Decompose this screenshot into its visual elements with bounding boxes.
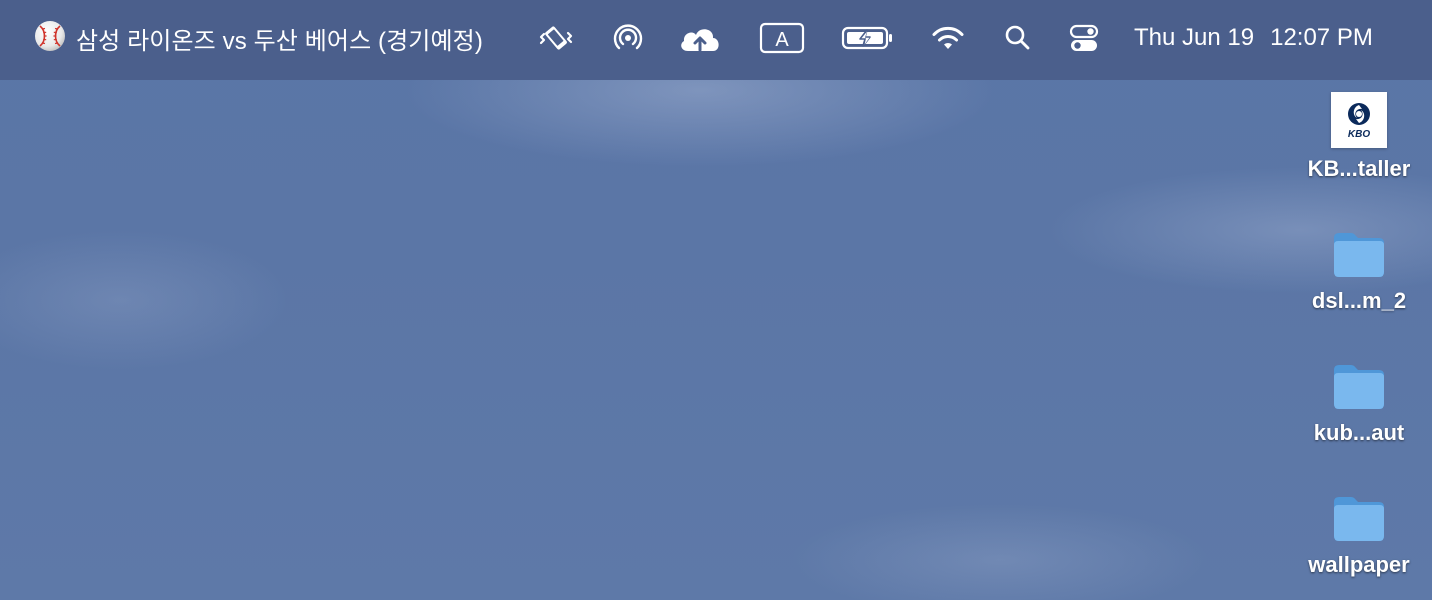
desktop-item-folder-kub[interactable]: kub...aut <box>1294 360 1424 446</box>
folder-icon <box>1334 365 1384 409</box>
battery-charging-icon[interactable] <box>840 18 896 58</box>
folder-icon <box>1334 497 1384 541</box>
desktop-item-label: dsl...m_2 <box>1311 288 1407 313</box>
desktop-item-folder-wallpaper[interactable]: wallpaper <box>1294 492 1424 578</box>
input-source-letter: A <box>775 29 789 51</box>
desktop-item-label: KB...taller <box>1307 156 1411 181</box>
wifi-icon[interactable] <box>928 18 968 58</box>
clock-date: Thu Jun 19 <box>1134 24 1255 51</box>
cloud-upload-icon[interactable] <box>676 18 724 58</box>
kbo-logo-text: KBO <box>1347 128 1371 140</box>
vibrate-phone-icon[interactable] <box>538 18 574 58</box>
desktop: 삼성 라이온즈 vs 두산 베어스 (경기예정) A Thu Jun 19 12… <box>0 0 1432 600</box>
folder-icon <box>1334 233 1384 277</box>
kbo-installer-icon: KBO <box>1331 92 1387 148</box>
clock-time: 12:07 PM <box>1270 24 1373 51</box>
desktop-item-folder-dsl[interactable]: dsl...m_2 <box>1294 228 1424 314</box>
desktop-item-label: wallpaper <box>1308 552 1410 577</box>
baseball-icon <box>34 20 66 57</box>
menu-bar-clock[interactable]: Thu Jun 19 12:07 PM <box>1134 21 1373 55</box>
desktop-item-kbo-installer[interactable]: KBO KB...taller <box>1294 92 1424 182</box>
app-status-title: 삼성 라이온즈 vs 두산 베어스 (경기예정) <box>76 27 483 55</box>
menu-bar: 삼성 라이온즈 vs 두산 베어스 (경기예정) A Thu Jun 19 12… <box>0 0 1432 80</box>
spotlight-search-icon[interactable] <box>1000 18 1036 58</box>
app-status-item[interactable]: 삼성 라이온즈 vs 두산 베어스 (경기예정) <box>34 20 483 57</box>
input-source-icon[interactable]: A <box>758 18 806 58</box>
control-center-icon[interactable] <box>1066 18 1102 58</box>
airdrop-icon[interactable] <box>610 18 646 58</box>
desktop-item-label: kub...aut <box>1313 420 1405 445</box>
